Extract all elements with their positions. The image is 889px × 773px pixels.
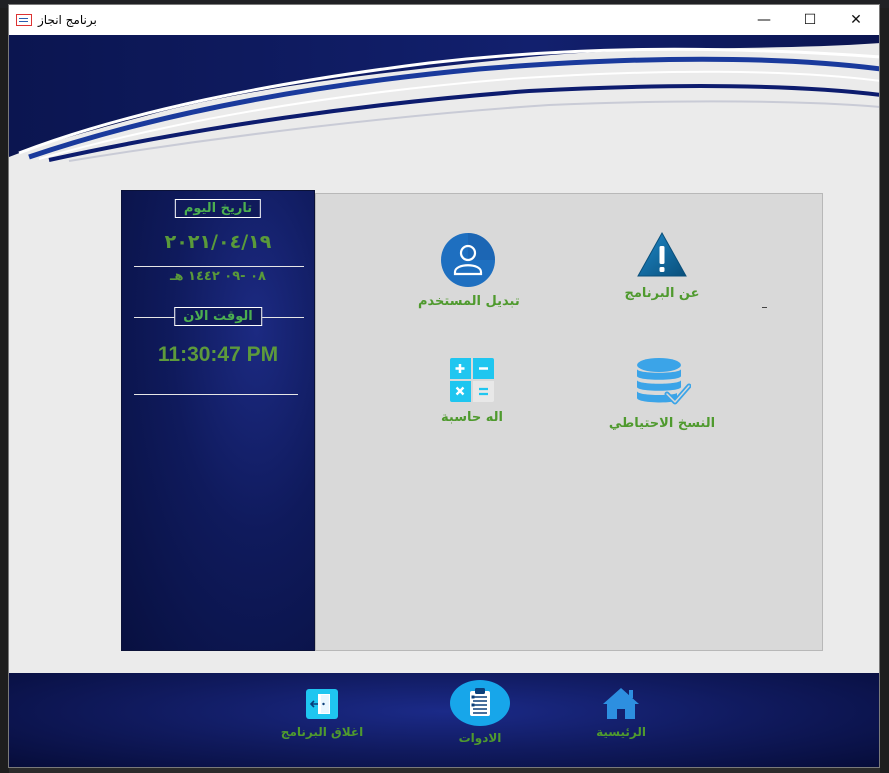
clipboard-icon — [450, 680, 510, 726]
date-time-panel: تاريخ اليوم ٢٠٢١/٠٤/١٩ ٠٨ -٠٩ ١٤٤٢ هـ ال… — [121, 190, 315, 651]
title-bar[interactable]: برنامج انجاز — ☐ ✕ — [9, 5, 879, 35]
exit-door-icon — [306, 689, 338, 719]
nav-home-button[interactable]: الرئيسية — [585, 685, 657, 739]
calculator-icon — [450, 358, 494, 402]
divider-line — [134, 394, 298, 395]
current-time-label: الوقت الان — [174, 307, 262, 326]
header-wave-banner — [9, 35, 879, 165]
gregorian-date: ٢٠٢١/٠٤/١٩ — [164, 231, 272, 253]
tools-panel: عن البرنامج تبديل المستخدم النسخ الاحتيا… — [315, 193, 823, 651]
backup-button[interactable]: النسخ الاحتياطي — [604, 356, 720, 431]
bottom-navigation-bar: الرئيسية الادوات اغلاق البرنامج — [9, 673, 879, 767]
nav-exit-label: اغلاق البرنامج — [280, 725, 364, 739]
maximize-button[interactable]: ☐ — [787, 5, 833, 35]
app-form-icon — [16, 14, 32, 26]
switch-user-label: تبديل المستخدم — [418, 294, 520, 309]
clock-display: 11:30:47 PM — [157, 343, 279, 366]
hijri-date: ٠٨ -٠٩ ١٤٤٢ هـ — [170, 269, 266, 284]
app-window: برنامج انجاز — ☐ ✕ تاريخ اليوم ٢٠٢١/٠٤/١… — [8, 4, 880, 768]
nav-tools-button[interactable]: الادوات — [447, 679, 513, 745]
backup-label: النسخ الاحتياطي — [608, 416, 716, 431]
user-icon — [441, 233, 495, 287]
calculator-button[interactable]: اله حاسبة — [426, 356, 518, 425]
minimize-button[interactable]: — — [741, 5, 787, 35]
nav-exit-button[interactable]: اغلاق البرنامج — [277, 687, 367, 739]
calculator-label: اله حاسبة — [441, 410, 503, 425]
divider-line — [134, 266, 304, 267]
warning-icon — [637, 231, 687, 277]
nav-home-label: الرئيسية — [596, 725, 646, 739]
background-right — [880, 8, 889, 773]
database-check-icon — [637, 358, 692, 405]
switch-user-button[interactable]: تبديل المستخدم — [418, 232, 520, 309]
today-date-label: تاريخ اليوم — [174, 199, 262, 218]
close-button[interactable]: ✕ — [833, 5, 879, 35]
about-program-label: عن البرنامج — [624, 286, 700, 301]
home-icon — [603, 688, 639, 719]
about-program-button[interactable]: عن البرنامج — [612, 230, 712, 301]
window-title: برنامج انجاز — [38, 13, 97, 27]
stray-dash — [762, 307, 767, 308]
nav-tools-label: الادوات — [458, 731, 502, 745]
